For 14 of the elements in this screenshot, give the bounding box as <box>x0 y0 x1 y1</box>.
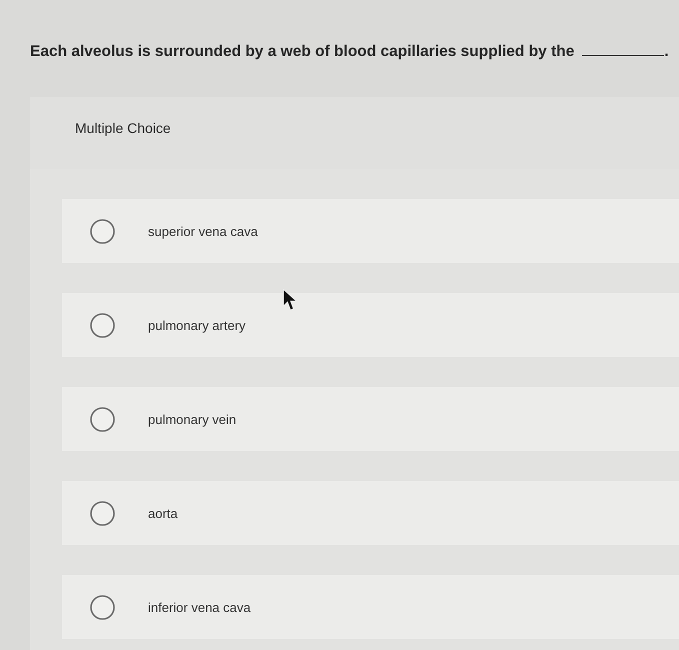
answer-option[interactable]: pulmonary artery <box>62 293 679 358</box>
radio-button[interactable] <box>90 500 115 526</box>
radio-button[interactable] <box>90 312 115 338</box>
radio-button[interactable] <box>90 406 115 432</box>
radio-button[interactable] <box>90 218 115 244</box>
answer-option[interactable]: aorta <box>62 481 679 546</box>
mouse-pointer-icon <box>283 289 298 311</box>
answer-option[interactable]: pulmonary vein <box>62 387 679 452</box>
question-period: . <box>664 43 669 60</box>
answer-option[interactable]: superior vena cava <box>62 199 679 264</box>
radio-button[interactable] <box>90 594 115 620</box>
answer-option[interactable]: inferior vena cava <box>62 575 679 640</box>
question-type-label: Multiple Choice <box>75 120 171 136</box>
question-text: Each alveolus is surrounded by a web of blood capillaries supplied by the <box>30 43 574 60</box>
